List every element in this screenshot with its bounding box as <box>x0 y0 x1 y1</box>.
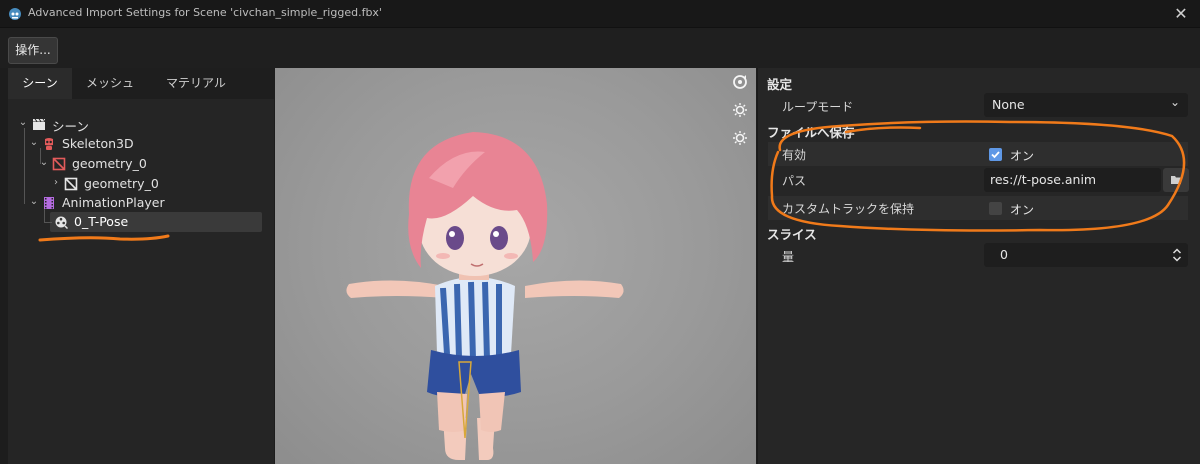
title-bar: Advanced Import Settings for Scene 'civc… <box>0 0 1200 28</box>
amount-label: 量 <box>782 250 795 264</box>
enabled-state-text: オン <box>1010 149 1035 163</box>
tree-item-label: 0_T-Pose <box>74 214 129 229</box>
light-toggle-icon[interactable] <box>732 102 748 118</box>
tree-item-label: シーン <box>52 119 89 134</box>
path-input[interactable]: res://t-pose.anim <box>984 168 1161 192</box>
checkmark-icon <box>991 151 1000 159</box>
chevron-right-icon[interactable]: › <box>50 176 62 190</box>
panel-tabs: シーン メッシュ マテリアル <box>8 68 274 99</box>
inspector-panel: 設定 ループモード None ⌄ ファイルへ保存 有効 オン パス res://… <box>757 68 1200 464</box>
tree-item-scene[interactable]: ⌄ シーン <box>8 114 274 134</box>
3d-viewport[interactable] <box>275 68 756 464</box>
chevron-down-icon[interactable]: ⌄ <box>28 136 40 150</box>
mesh-icon <box>52 157 66 171</box>
tree-item-skeleton3d[interactable]: ⌄ Skeleton3D <box>8 134 274 154</box>
tree-item-geometry-0-child[interactable]: › geometry_0 <box>8 174 274 194</box>
animation-icon <box>55 216 68 229</box>
keep-custom-tracks-label: カスタムトラックを保持 <box>782 202 915 216</box>
light-toggle-icon[interactable] <box>732 130 748 146</box>
rotate-view-icon[interactable] <box>732 74 748 90</box>
clapperboard-icon <box>33 118 46 130</box>
loop-mode-value: None <box>992 97 1025 112</box>
scene-panel: シーン メッシュ マテリアル ⌄ シーン ⌄ Skeleton3D ⌄ geom… <box>8 68 274 464</box>
enabled-checkbox[interactable] <box>989 148 1002 161</box>
folder-icon <box>1171 176 1181 184</box>
spin-arrows-icon[interactable] <box>1172 248 1182 262</box>
tree-item-t-pose[interactable]: 0_T-Pose <box>8 212 274 232</box>
keep-custom-tracks-checkbox[interactable] <box>989 202 1002 215</box>
section-slice: スライス <box>767 227 817 242</box>
section-settings: 設定 <box>767 77 793 92</box>
enabled-row <box>768 142 1188 166</box>
enabled-label: 有効 <box>782 148 807 162</box>
window-title: Advanced Import Settings for Scene 'civc… <box>28 6 382 19</box>
browse-folder-button[interactable] <box>1163 168 1189 192</box>
chevron-down-icon[interactable]: ⌄ <box>28 195 40 209</box>
character-model <box>346 132 624 460</box>
tab-scene[interactable]: シーン <box>8 68 72 99</box>
chevron-down-icon[interactable]: ⌄ <box>38 156 50 170</box>
path-value: res://t-pose.anim <box>990 172 1097 187</box>
close-icon[interactable]: ✕ <box>1170 3 1192 25</box>
mesh-icon <box>64 177 78 191</box>
tab-material[interactable]: マテリアル <box>148 68 244 99</box>
section-save-to-file: ファイルへ保存 <box>767 125 855 140</box>
chevron-down-icon[interactable]: ⌄ <box>17 116 29 130</box>
godot-logo-icon <box>9 8 21 20</box>
tab-mesh[interactable]: メッシュ <box>72 68 148 99</box>
tree-item-animation-player[interactable]: ⌄ AnimationPlayer <box>8 193 274 213</box>
toolbar: 操作... <box>0 28 1200 68</box>
skeleton-icon <box>45 138 53 150</box>
tree-item-label: geometry_0 <box>72 156 147 171</box>
loop-mode-label: ループモード <box>782 100 854 114</box>
path-label: パス <box>782 174 807 188</box>
actions-menu-button[interactable]: 操作... <box>8 37 58 64</box>
keep-custom-tracks-state-text: オン <box>1010 203 1035 217</box>
loop-mode-select[interactable]: None ⌄ <box>984 93 1188 117</box>
tree-item-label: Skeleton3D <box>62 136 134 151</box>
tree-item-label: geometry_0 <box>84 176 159 191</box>
tree-item-label: AnimationPlayer <box>62 195 165 210</box>
tree-item-geometry-0[interactable]: ⌄ geometry_0 <box>8 154 274 174</box>
chevron-down-icon: ⌄ <box>1169 95 1180 109</box>
film-icon <box>44 197 54 209</box>
amount-spinbox[interactable]: 0 <box>984 243 1188 267</box>
amount-value: 0 <box>1000 247 1008 262</box>
